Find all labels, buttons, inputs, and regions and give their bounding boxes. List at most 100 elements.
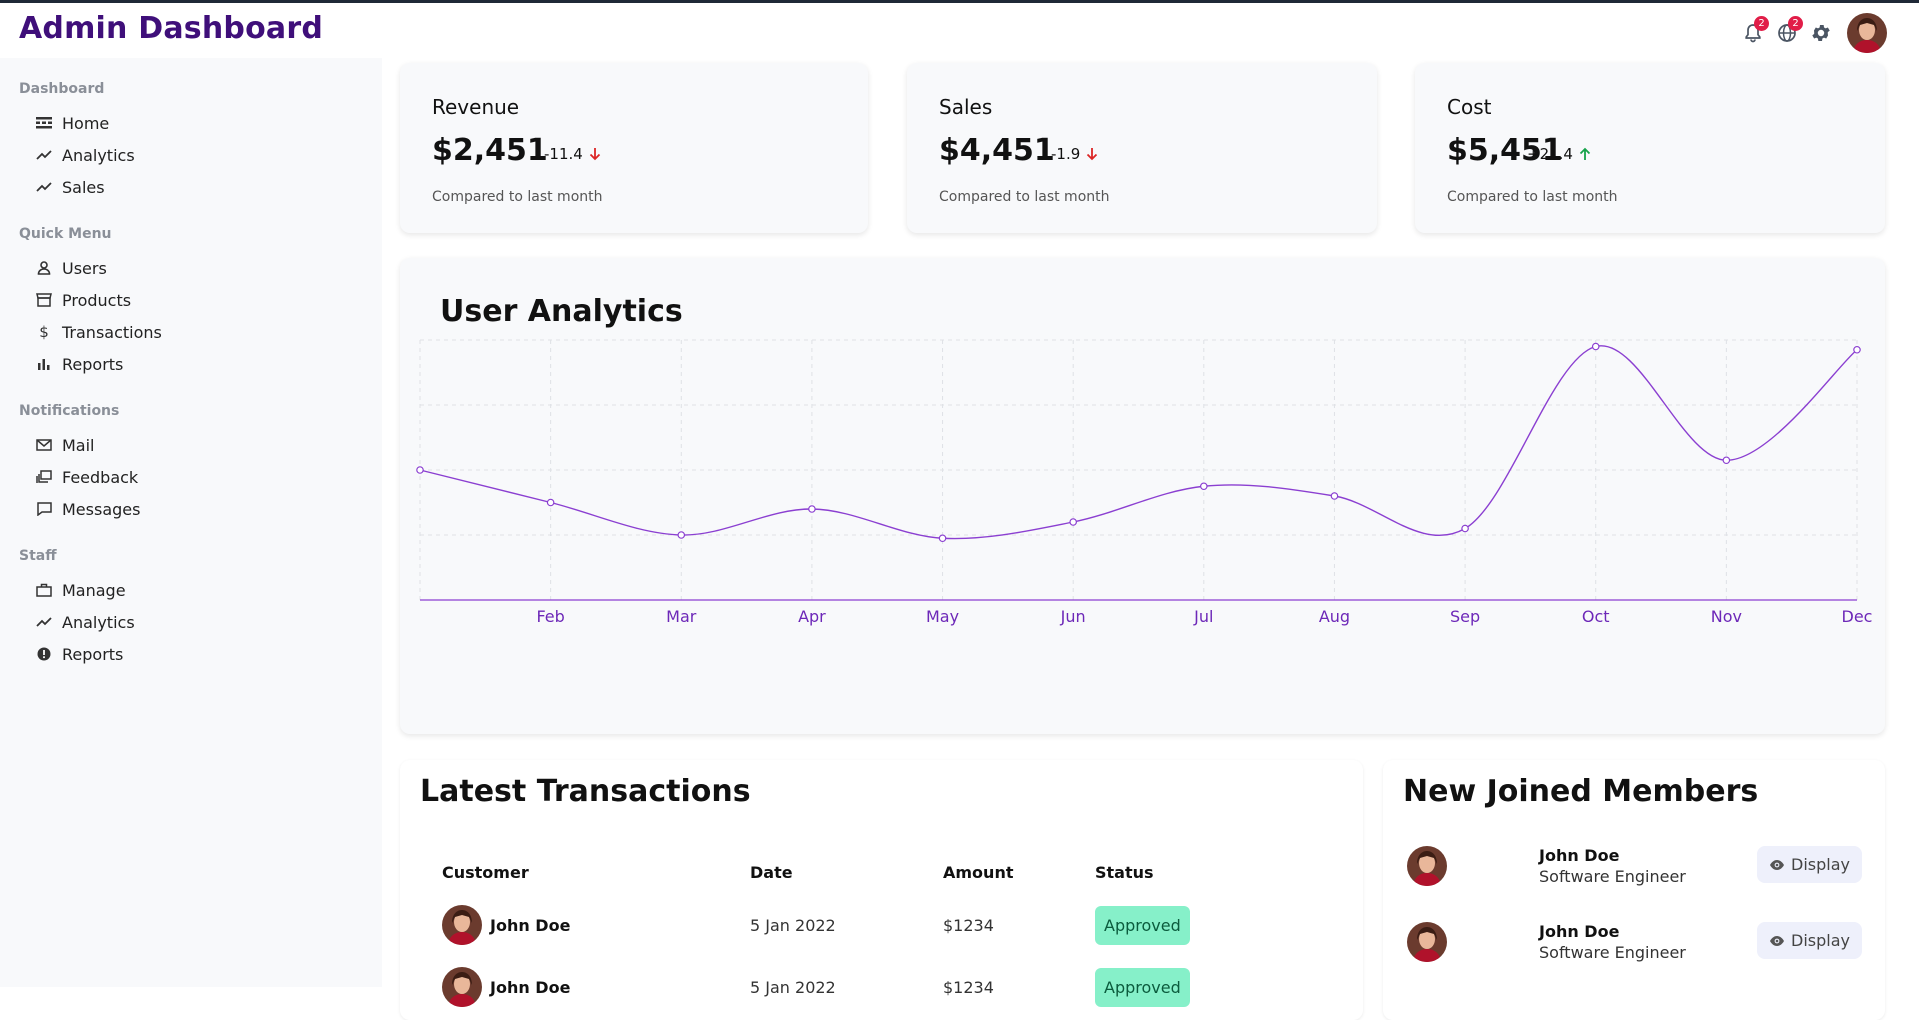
member-role: Software Engineer: [1539, 867, 1686, 886]
sidebar-item-staff-analytics[interactable]: Analytics: [19, 606, 382, 638]
kpi-title: Revenue: [432, 95, 520, 119]
member-name: John Doe: [1539, 922, 1620, 941]
sidebar-item-messages[interactable]: Messages: [19, 493, 382, 525]
kpi-delta: -1.9: [1051, 145, 1098, 163]
table-row[interactable]: John Doe 5 Jan 2022 $1234 Approved: [422, 956, 1225, 1018]
main-content: Revenue $2,451 -11.4 Compared to last mo…: [382, 58, 1901, 1020]
x-tick-label: Jun: [1060, 607, 1086, 626]
arrow-up-icon: [1579, 147, 1591, 160]
sidebar-item-mail[interactable]: Mail: [19, 429, 382, 461]
section-title: Latest Transactions: [420, 774, 751, 809]
kpi-title: Sales: [939, 95, 993, 119]
data-point: [1330, 492, 1339, 500]
home-icon: [35, 114, 53, 132]
sidebar-item-users[interactable]: Users: [19, 252, 382, 284]
transactions-table: Customer Date Amount Status John Doe 5 J…: [422, 850, 1225, 1018]
user-analytics-card: User Analytics Feb Mar Apr May Jun Jul Aug Sep O…: [400, 258, 1885, 734]
data-point: [1069, 518, 1077, 526]
customer-name: John Doe: [490, 915, 571, 935]
profile-avatar[interactable]: [1847, 13, 1887, 53]
x-tick-label: Jul: [1193, 607, 1213, 626]
sidebar-item-label: Manage: [62, 580, 126, 600]
settings-button[interactable]: [1809, 21, 1833, 45]
notifications-button[interactable]: 2: [1741, 16, 1769, 45]
sidebar: Dashboard Home Analytics Sales Quick Men…: [0, 58, 382, 987]
kpi-card-cost[interactable]: Cost $5,451 +21.4 Compared to last month: [1415, 63, 1885, 233]
section-title: New Joined Members: [1403, 774, 1759, 809]
mail-icon: [35, 436, 53, 454]
sidebar-group-notifications: Notifications Mail Feedback Messages: [0, 403, 382, 525]
kpi-card-sales[interactable]: Sales $4,451 -1.9 Compared to last month: [907, 63, 1377, 233]
new-members-card: New Joined Members John Doe Software Eng…: [1383, 760, 1885, 1020]
sidebar-item-manage[interactable]: Manage: [19, 574, 382, 606]
bar-chart-icon: [35, 355, 53, 373]
kpi-delta-value: -1.9: [1051, 145, 1081, 163]
sidebar-group-title: Dashboard: [19, 81, 105, 97]
user-analytics-chart[interactable]: Feb Mar Apr May Jun Jul Aug Sep Oct Nov Dec: [400, 258, 1885, 734]
alert-icon: [35, 645, 53, 663]
x-tick-label: Apr: [798, 607, 826, 626]
x-tick-label: Sep: [1450, 607, 1480, 626]
sidebar-item-transactions[interactable]: $ Transactions: [19, 316, 382, 348]
customer: John Doe: [442, 905, 730, 945]
sidebar-item-label: Home: [62, 113, 110, 133]
sidebar-item-reports[interactable]: Reports: [19, 348, 382, 380]
status-badge: Approved: [1095, 905, 1190, 945]
sidebar-item-feedback[interactable]: Feedback: [19, 461, 382, 493]
data-point: [1591, 342, 1600, 351]
eye-icon: [1770, 935, 1785, 946]
display-button[interactable]: Display: [1757, 922, 1862, 959]
eye-icon: [1770, 859, 1785, 870]
sidebar-group-dashboard: Dashboard Home Analytics Sales: [0, 81, 382, 203]
trend-icon: [35, 146, 53, 164]
arrow-down-icon: [1087, 148, 1098, 161]
sidebar-item-label: Feedback: [62, 467, 139, 487]
data-point: [1853, 345, 1861, 354]
sidebar-item-label: Users: [62, 258, 107, 278]
kpi-value: $4,451: [939, 133, 1055, 168]
column-header-status: Status: [1095, 862, 1154, 882]
language-button[interactable]: 2: [1775, 16, 1803, 45]
data-point: [546, 498, 555, 507]
sidebar-item-products[interactable]: Products: [19, 284, 382, 316]
avatar: [1407, 922, 1447, 962]
kpi-value: $2,451: [432, 133, 548, 168]
sidebar-item-label: Transactions: [62, 322, 162, 342]
amount-cell: $1234: [943, 915, 994, 935]
table-header-row: Customer Date Amount Status: [422, 850, 1225, 894]
member-item: John Doe Software Engineer Display: [1407, 912, 1862, 972]
sidebar-item-staff-reports[interactable]: Reports: [19, 638, 382, 670]
gear-icon: [1812, 25, 1830, 41]
avatar: [442, 905, 482, 945]
display-button[interactable]: Display: [1757, 846, 1862, 883]
kpi-subtitle: Compared to last month: [939, 189, 1110, 205]
customer-cell: John Doe: [422, 956, 730, 1018]
store-icon: [35, 291, 53, 309]
customer-name: John Doe: [490, 977, 571, 997]
display-button-label: Display: [1791, 855, 1850, 874]
sidebar-item-sales[interactable]: Sales: [19, 171, 382, 203]
trend-icon: [35, 613, 53, 631]
display-button-label: Display: [1791, 931, 1850, 950]
table-row[interactable]: John Doe 5 Jan 2022 $1234 Approved: [422, 894, 1225, 956]
status-cell: Approved: [1075, 956, 1225, 1018]
data-point: [677, 531, 686, 539]
language-badge: 2: [1788, 16, 1803, 31]
app-title[interactable]: Admin Dashboard: [19, 11, 323, 46]
arrow-down-icon: [589, 148, 600, 161]
sidebar-group-quick-menu: Quick Menu Users Products $ Transactions…: [0, 226, 382, 380]
kpi-title: Cost: [1447, 95, 1492, 119]
amount-cell: $1234: [943, 977, 994, 997]
data-point: [808, 505, 816, 513]
kpi-card-revenue[interactable]: Revenue $2,451 -11.4 Compared to last mo…: [400, 63, 868, 233]
x-tick-label: Nov: [1711, 607, 1742, 626]
sidebar-item-analytics[interactable]: Analytics: [19, 139, 382, 171]
sidebar-item-label: Reports: [62, 644, 124, 664]
notifications-badge: 2: [1754, 16, 1769, 31]
sidebar-item-home[interactable]: Home: [19, 107, 382, 139]
dollar-icon: $: [39, 323, 49, 341]
kpi-delta: -11.4: [544, 145, 601, 163]
trend-icon: [35, 178, 53, 196]
sidebar-item-label: Reports: [62, 354, 124, 374]
data-point: [416, 466, 424, 474]
